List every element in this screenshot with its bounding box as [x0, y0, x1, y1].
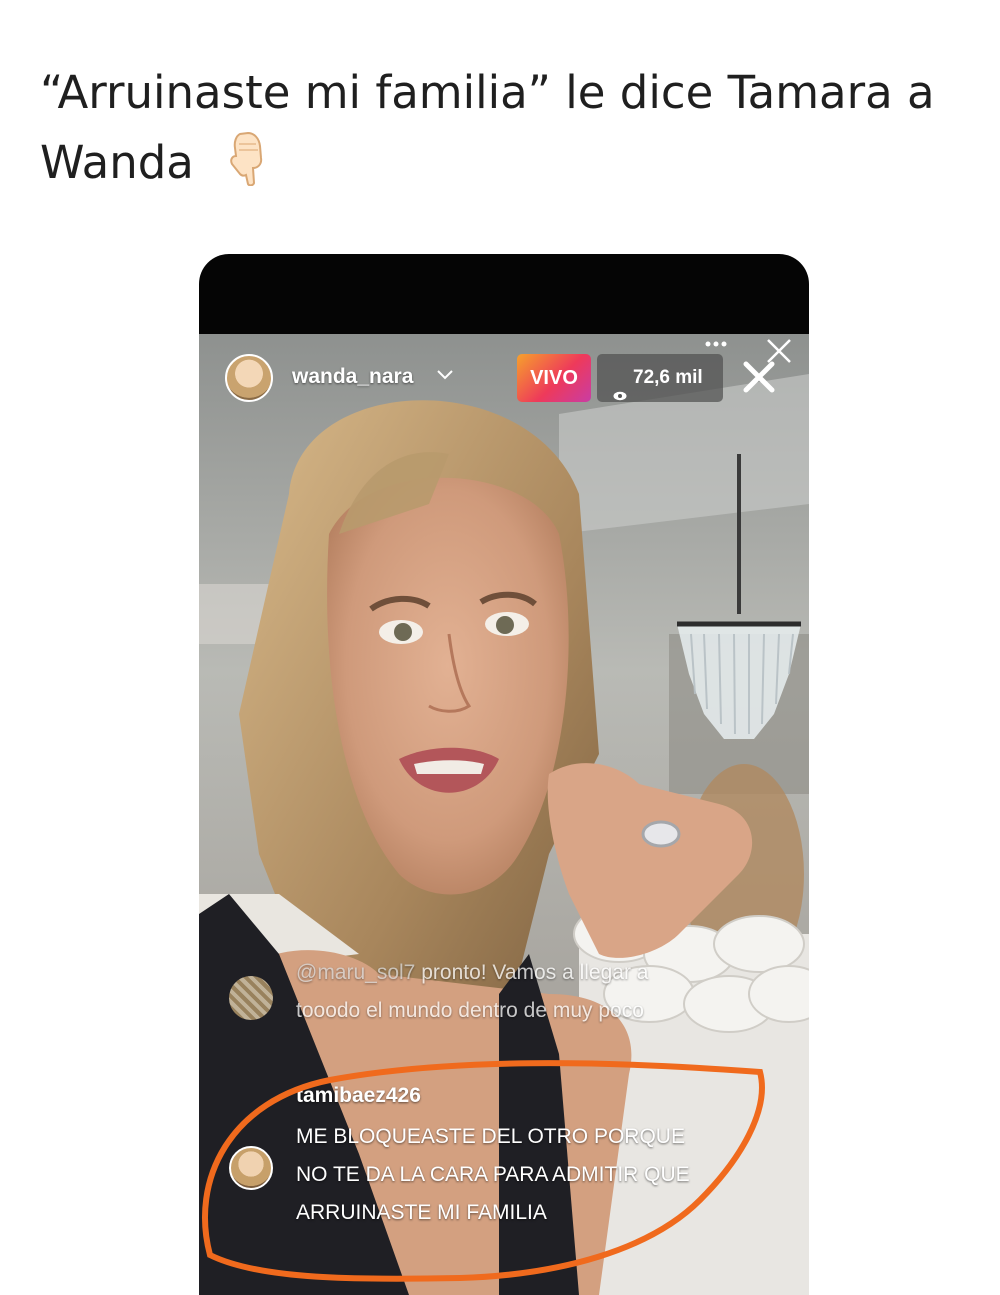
live-header: wanda_nara VIVO 72,6 mil: [199, 334, 809, 424]
more-options-icon[interactable]: [704, 336, 728, 354]
live-comments: @maru_sol7 pronto! Vamos a llegar a tooo…: [199, 954, 809, 1295]
comment-message: ME BLOQUEASTE DEL OTRO PORQUE NO TE DA L…: [296, 1125, 690, 1224]
eye-icon: [613, 372, 627, 420]
comment-avatar[interactable]: [229, 1146, 273, 1190]
viewer-count-badge: 72,6 mil: [597, 354, 723, 402]
pointing-down-hand-icon: [226, 130, 270, 206]
tweet-text: “Arruinaste mi familia” le dice Tamara a…: [40, 58, 980, 206]
comment-username[interactable]: tamibaez426: [296, 1084, 421, 1108]
chevron-down-icon[interactable]: [437, 368, 453, 386]
username[interactable]: wanda_nara: [292, 365, 413, 389]
comment-username[interactable]: @maru_sol7: [296, 961, 415, 984]
live-badge: VIVO: [517, 354, 591, 402]
comment-avatar[interactable]: [229, 976, 273, 1020]
avatar[interactable]: [225, 354, 273, 402]
live-stream-view: wanda_nara VIVO 72,6 mil @maru_sol7 pron…: [199, 334, 809, 1295]
close-icon[interactable]: [765, 337, 793, 370]
phone-screenshot: wanda_nara VIVO 72,6 mil @maru_sol7 pron…: [199, 254, 809, 1295]
comment: @maru_sol7 pronto! Vamos a llegar a tooo…: [296, 954, 716, 1030]
tweet-text-content: “Arruinaste mi familia” le dice Tamara a…: [40, 66, 935, 189]
viewer-count: 72,6 mil: [633, 367, 703, 388]
